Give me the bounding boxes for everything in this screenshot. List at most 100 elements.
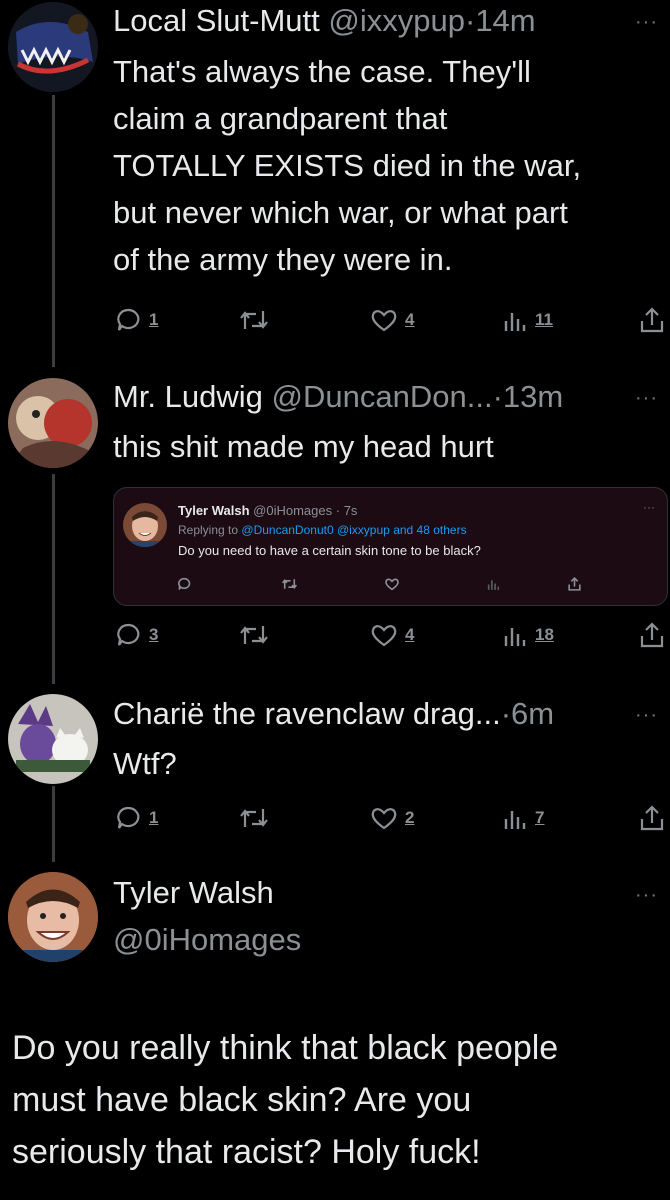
like-icon xyxy=(369,803,399,833)
tweet-header: Mr. Ludwig @DuncanDon...·13m xyxy=(113,380,563,414)
like-button[interactable]: 2 xyxy=(369,803,414,833)
tweet-text-line: claim a grandparent that xyxy=(113,101,448,136)
tweet-text-line: this shit made my head hurt xyxy=(113,429,494,464)
timestamp[interactable]: 13m xyxy=(503,379,563,414)
avatar[interactable] xyxy=(8,378,98,468)
replying-to-label: Replying to xyxy=(178,523,239,537)
tweet-text-line: Do you really think that black people xyxy=(12,1029,559,1067)
tweet-header: Charië the ravenclaw drag...·6m xyxy=(113,697,554,731)
quoted-reply-icon[interactable] xyxy=(176,576,192,597)
tweet-text-line: seriously that racist? Holy fuck! xyxy=(12,1133,481,1171)
replying-to-others[interactable]: and 48 others xyxy=(393,523,466,537)
tweet-text-line: Wtf? xyxy=(113,746,177,781)
retweet-icon xyxy=(238,620,270,650)
reply-icon xyxy=(113,620,143,650)
quoted-text: Do you need to have a certain skin tone … xyxy=(178,543,481,558)
views-count: 7 xyxy=(535,808,545,827)
thread-line xyxy=(52,474,55,684)
quoted-user-handle[interactable]: @0iHomages xyxy=(253,503,332,518)
quoted-display-name[interactable]: Tyler Walsh xyxy=(178,503,250,518)
display-name[interactable]: Mr. Ludwig xyxy=(113,379,263,414)
timestamp[interactable]: 14m xyxy=(475,3,535,38)
tweet-actions: 1 4 11 xyxy=(113,305,670,339)
reply-icon xyxy=(113,305,143,335)
quoted-more-options-icon[interactable]: ··· xyxy=(643,500,655,514)
main-display-name[interactable]: Tyler Walsh xyxy=(113,875,274,911)
more-options-icon[interactable]: ··· xyxy=(635,388,658,408)
quoted-tweet[interactable]: Tyler Walsh @0iHomages · 7s ··· Replying… xyxy=(113,487,668,606)
views-icon xyxy=(503,620,529,650)
quoted-views-icon[interactable] xyxy=(487,576,501,597)
quoted-like-icon[interactable] xyxy=(384,576,400,597)
retweet-button[interactable] xyxy=(238,305,270,335)
more-options-icon[interactable]: ··· xyxy=(635,885,658,905)
like-count: 4 xyxy=(405,625,415,644)
reply-button[interactable]: 1 xyxy=(113,803,158,833)
display-name[interactable]: Local Slut-Mutt xyxy=(113,3,320,38)
tweet-text-line: but never which war, or what part xyxy=(113,195,568,230)
tweet-text-line: of the army they were in. xyxy=(113,242,453,277)
share-button[interactable] xyxy=(638,803,666,833)
views-icon xyxy=(503,305,529,335)
avatar[interactable] xyxy=(8,2,98,92)
like-count: 2 xyxy=(405,808,415,827)
separator: · xyxy=(335,503,341,518)
views-count: 18 xyxy=(535,625,554,644)
share-button[interactable] xyxy=(638,305,666,335)
like-icon xyxy=(369,305,399,335)
reply-button[interactable]: 3 xyxy=(113,620,158,650)
views-button[interactable]: 11 xyxy=(503,305,553,335)
retweet-button[interactable] xyxy=(238,803,270,833)
separator: · xyxy=(492,379,503,414)
user-handle[interactable]: @ixxypup xyxy=(328,3,465,38)
quoted-share-icon[interactable] xyxy=(567,576,582,597)
like-count: 4 xyxy=(405,310,415,329)
main-tweet-text: Do you really think that black people mu… xyxy=(12,1022,662,1178)
tweet-text: Wtf? xyxy=(113,740,658,787)
views-count: 11 xyxy=(535,310,553,329)
share-icon xyxy=(638,620,666,650)
more-options-icon[interactable]: ··· xyxy=(635,12,658,32)
retweet-icon xyxy=(238,803,270,833)
reply-button[interactable]: 1 xyxy=(113,305,158,335)
avatar[interactable] xyxy=(8,872,98,962)
views-icon xyxy=(503,803,529,833)
tweet-header: Local Slut-Mutt @ixxypup·14m xyxy=(113,4,536,38)
thread-line xyxy=(52,786,55,862)
quoted-avatar[interactable] xyxy=(123,503,167,547)
separator: · xyxy=(500,696,512,731)
reply-count: 3 xyxy=(149,625,159,644)
like-button[interactable]: 4 xyxy=(369,620,414,650)
reply-count: 1 xyxy=(149,808,159,827)
main-user-handle[interactable]: @0iHomages xyxy=(113,922,301,958)
replying-to-users[interactable]: @DuncanDonut0 @ixxypup xyxy=(241,523,389,537)
user-handle[interactable]: @DuncanDon... xyxy=(272,379,493,414)
like-button[interactable]: 4 xyxy=(369,305,414,335)
share-button[interactable] xyxy=(638,620,666,650)
share-icon xyxy=(638,803,666,833)
thread-line xyxy=(52,95,55,367)
quoted-timestamp[interactable]: 7s xyxy=(344,503,358,518)
tweet-text: That's always the case. They'll claim a … xyxy=(113,48,658,283)
more-options-icon[interactable]: ··· xyxy=(635,705,658,725)
reply-icon xyxy=(113,803,143,833)
reply-count: 1 xyxy=(149,310,159,329)
avatar[interactable] xyxy=(8,694,98,784)
share-icon xyxy=(638,305,666,335)
views-button[interactable]: 18 xyxy=(503,620,554,650)
quoted-retweet-icon[interactable] xyxy=(281,576,298,597)
tweet-text-line: must have black skin? Are you xyxy=(12,1081,472,1119)
tweet-actions: 1 2 7 xyxy=(113,803,670,837)
timestamp[interactable]: 6m xyxy=(511,696,554,731)
tweet-actions: 3 4 18 xyxy=(113,620,670,654)
tweet-text-line: That's always the case. They'll xyxy=(113,54,531,89)
separator: · xyxy=(464,3,476,38)
display-name[interactable]: Charië the ravenclaw drag... xyxy=(113,696,501,731)
tweet-text-line: TOTALLY EXISTS died in the war, xyxy=(113,148,582,183)
replying-to: Replying to @DuncanDonut0 @ixxypup and 4… xyxy=(178,523,467,537)
retweet-icon xyxy=(238,305,270,335)
like-icon xyxy=(369,620,399,650)
quoted-header: Tyler Walsh @0iHomages · 7s xyxy=(178,503,357,518)
retweet-button[interactable] xyxy=(238,620,270,650)
views-button[interactable]: 7 xyxy=(503,803,544,833)
